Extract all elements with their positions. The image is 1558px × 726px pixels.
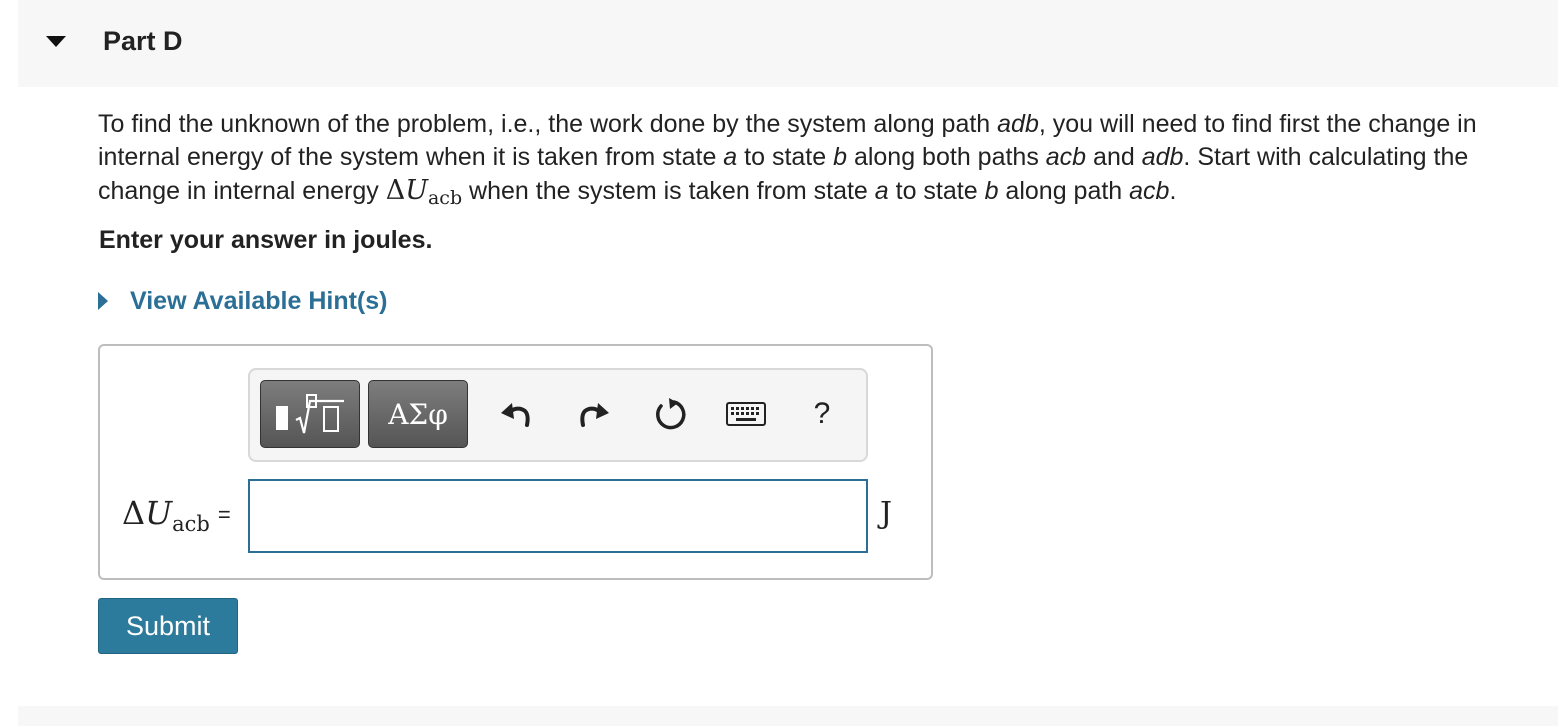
- help-button[interactable]: ?: [800, 390, 844, 438]
- submit-button[interactable]: Submit: [98, 598, 238, 654]
- delta-u-acb-symbol: ΔUacb: [385, 175, 463, 209]
- part-header: [18, 0, 1558, 87]
- reset-button[interactable]: [648, 390, 692, 438]
- symbols-button[interactable]: ΑΣφ: [368, 380, 468, 448]
- collapse-triangle-icon[interactable]: [46, 36, 66, 47]
- unit-label: J: [880, 496, 893, 531]
- undo-icon: [501, 403, 530, 427]
- undo-button[interactable]: [494, 390, 538, 438]
- hint-link-label: View Available Hint(s): [130, 286, 388, 315]
- redo-button[interactable]: [572, 390, 616, 438]
- expand-arrow-icon: [98, 292, 108, 310]
- view-hints-link[interactable]: View Available Hint(s): [98, 286, 387, 316]
- keyboard-icon: [726, 402, 766, 426]
- answer-input[interactable]: [248, 479, 868, 553]
- answer-instruction: Enter your answer in joules.: [99, 226, 433, 254]
- redo-icon: [580, 403, 609, 427]
- next-part-strip: [18, 706, 1558, 726]
- answer-box: ΑΣφ ? ΔUacb = J: [98, 344, 933, 580]
- problem-statement: To find the unknown of the problem, i.e.…: [98, 110, 1477, 209]
- answer-variable-label: ΔUacb =: [122, 494, 231, 536]
- math-toolbar: ΑΣφ ?: [248, 368, 868, 462]
- reset-icon: [656, 398, 686, 430]
- templates-button[interactable]: [260, 380, 360, 448]
- templates-icon: [276, 394, 344, 434]
- keyboard-button[interactable]: [724, 390, 768, 438]
- part-title: Part D: [103, 26, 183, 56]
